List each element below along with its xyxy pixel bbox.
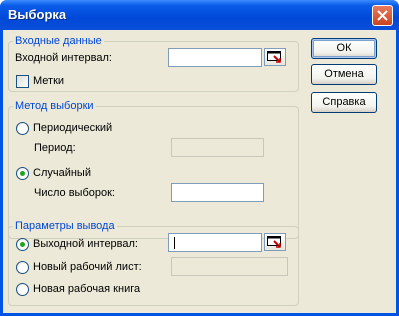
dialog-window: Выборка Входные данные Входной интервал:…	[0, 0, 399, 316]
range-selector-icon	[267, 51, 281, 63]
output-range-picker-button[interactable]	[264, 233, 286, 251]
sample-count-label: Число выборок:	[34, 187, 115, 199]
output-range-label[interactable]: Выходной интервал:	[33, 238, 138, 250]
new-sheet-label[interactable]: Новый рабочий лист:	[33, 261, 142, 273]
dialog-body: Входные данные Входной интервал: Метки М…	[3, 30, 396, 313]
period-label: Период:	[34, 142, 76, 154]
random-radio-label[interactable]: Случайный	[33, 167, 91, 179]
output-range-radio[interactable]	[16, 238, 29, 251]
input-range-label: Входной интервал:	[15, 52, 112, 64]
new-workbook-label[interactable]: Новая рабочая книга	[33, 283, 140, 295]
random-radio-dot	[20, 171, 25, 176]
labels-checkbox-label[interactable]: Метки	[33, 75, 64, 87]
output-range-field[interactable]	[168, 233, 262, 252]
output-range-radio-dot	[20, 242, 25, 247]
new-workbook-radio[interactable]	[16, 283, 29, 296]
range-selector-icon	[267, 236, 281, 248]
new-sheet-radio[interactable]	[16, 261, 29, 274]
random-radio[interactable]	[16, 167, 29, 180]
text-cursor	[174, 237, 175, 249]
sample-count-field[interactable]	[171, 183, 264, 202]
title-bar[interactable]: Выборка	[0, 0, 399, 30]
help-button[interactable]: Справка	[311, 92, 377, 113]
output-options-legend: Параметры вывода	[13, 220, 117, 232]
period-field[interactable]	[171, 138, 264, 157]
close-button[interactable]	[372, 5, 393, 26]
periodic-radio-label[interactable]: Периодический	[33, 122, 112, 134]
input-range-picker-button[interactable]	[264, 48, 286, 66]
new-sheet-field[interactable]	[171, 257, 288, 276]
close-icon	[377, 10, 388, 21]
window-title: Выборка	[8, 7, 67, 22]
cancel-button[interactable]: Отмена	[311, 64, 377, 85]
input-range-field[interactable]	[168, 48, 262, 67]
ok-button[interactable]: ОК	[311, 38, 377, 59]
input-data-legend: Входные данные	[13, 35, 104, 47]
sampling-method-legend: Метод выборки	[13, 100, 96, 112]
labels-checkbox[interactable]	[16, 75, 29, 88]
periodic-radio[interactable]	[16, 122, 29, 135]
